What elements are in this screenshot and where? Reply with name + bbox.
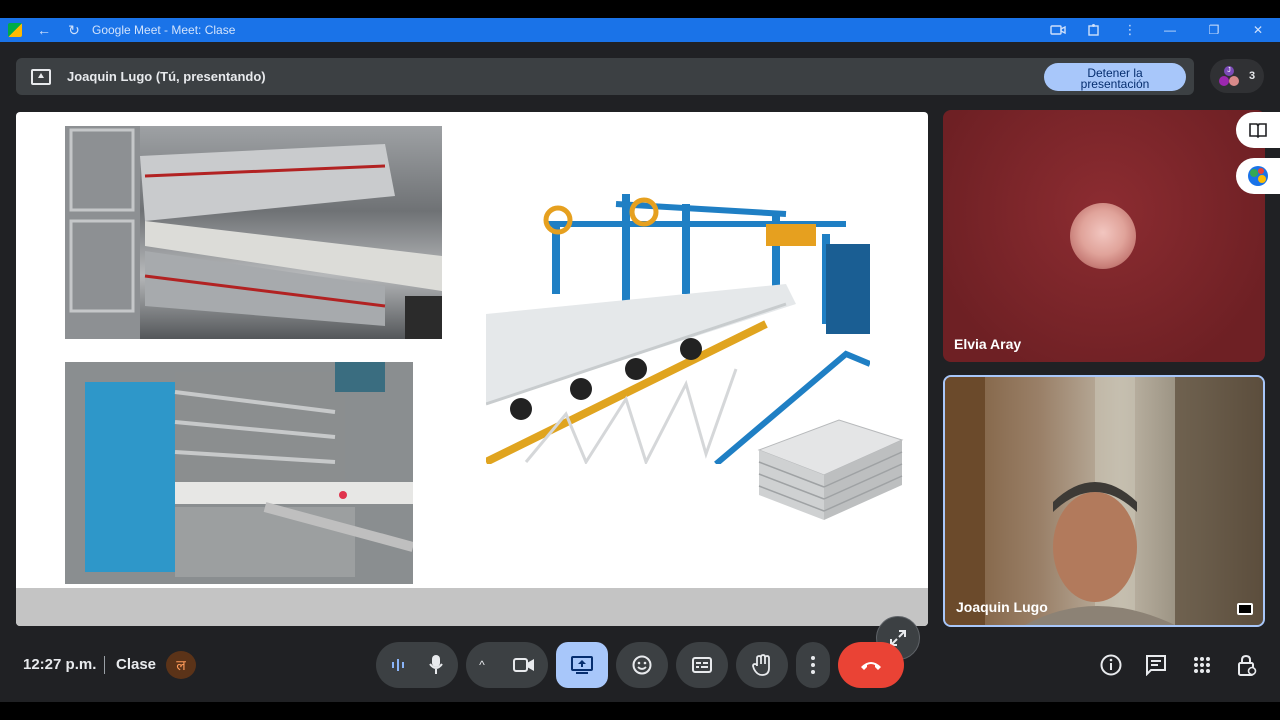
- end-call-button[interactable]: [838, 642, 904, 688]
- back-arrow-icon[interactable]: ←: [36, 22, 52, 38]
- raise-hand-icon: [752, 654, 770, 676]
- reload-icon[interactable]: ↻: [66, 22, 82, 39]
- chevron-up-icon[interactable]: ^: [479, 658, 485, 672]
- extension-icon[interactable]: [1086, 22, 1102, 38]
- present-icon: [31, 68, 51, 85]
- meet-app-icon: [8, 23, 22, 37]
- slide-photo-panel-stack: [754, 400, 904, 525]
- presenter-label: Joaquin Lugo (Tú, presentando): [67, 69, 266, 84]
- participant-tile-joaquin[interactable]: Joaquin Lugo: [943, 375, 1265, 627]
- shared-screen: [16, 112, 928, 626]
- globe-extension-button[interactable]: [1236, 158, 1280, 194]
- meeting-clock: 12:27 p.m.: [23, 656, 97, 673]
- presenting-banner: Joaquin Lugo (Tú, presentando) Detener l…: [16, 58, 1194, 95]
- companion-badge[interactable]: ल: [166, 651, 196, 679]
- browser-titlebar: ← ↻ Google Meet - Meet: Clase ⋮ — ❐ ✕: [0, 18, 1280, 42]
- info-icon: [1100, 654, 1122, 676]
- pip-icon[interactable]: [1237, 603, 1253, 615]
- avatar: [1229, 76, 1239, 86]
- captions-button[interactable]: [676, 642, 728, 688]
- mic-group: [376, 642, 458, 688]
- bottom-letterbox: [0, 702, 1280, 720]
- divider: [104, 656, 105, 674]
- participant-count: 3: [1249, 70, 1256, 82]
- participant-tile-elvia[interactable]: Elvia Aray: [943, 110, 1265, 362]
- participant-name: Joaquin Lugo: [956, 599, 1048, 615]
- browser-menu-icon[interactable]: ⋮: [1122, 22, 1138, 38]
- stop-presenting-button[interactable]: Detener la presentación: [1044, 63, 1186, 91]
- globe-icon: [1248, 166, 1268, 186]
- participant-name: Elvia Aray: [954, 336, 1022, 352]
- present-screen-icon: [571, 656, 593, 674]
- reactions-button[interactable]: [616, 642, 668, 688]
- more-vert-icon: [811, 656, 815, 674]
- slide-photo-blue-machine: [65, 362, 413, 584]
- chat-icon: [1146, 655, 1166, 676]
- book-extension-button[interactable]: [1236, 112, 1280, 148]
- mic-icon[interactable]: [429, 655, 443, 675]
- control-bar: 12:27 p.m. Clase ल ^: [0, 642, 1280, 702]
- emoji-icon: [632, 655, 652, 675]
- host-controls-button[interactable]: [1235, 653, 1259, 677]
- more-options-button[interactable]: [796, 642, 830, 688]
- apps-icon: [1194, 657, 1210, 673]
- avatar: [1219, 76, 1229, 86]
- chat-button[interactable]: [1144, 653, 1168, 677]
- camera-indicator-icon[interactable]: [1050, 22, 1066, 38]
- meet-app: Joaquin Lugo (Tú, presentando) Detener l…: [0, 42, 1280, 702]
- restore-button[interactable]: ❐: [1192, 23, 1236, 37]
- camera-group: ^: [466, 642, 548, 688]
- avatar: J: [1224, 66, 1234, 76]
- end-call-icon: [861, 662, 881, 670]
- stop-label-line2: presentación: [1080, 76, 1150, 91]
- minimize-button[interactable]: —: [1148, 23, 1192, 37]
- slide-bottom-strip: [16, 588, 928, 626]
- meeting-name: Clase: [116, 656, 157, 673]
- avatar: [1070, 203, 1136, 269]
- activities-button[interactable]: [1190, 653, 1214, 677]
- participants-button[interactable]: J 3: [1210, 59, 1264, 93]
- close-window-button[interactable]: ✕: [1236, 23, 1280, 37]
- meeting-details-button[interactable]: [1099, 653, 1123, 677]
- people-avatars: J: [1219, 66, 1239, 86]
- present-button[interactable]: [556, 642, 608, 688]
- camera-icon[interactable]: [512, 657, 535, 673]
- self-video: [945, 377, 1263, 625]
- book-icon: [1249, 123, 1267, 138]
- captions-icon: [692, 657, 712, 673]
- raise-hand-button[interactable]: [736, 642, 788, 688]
- audio-level-icon: [392, 659, 404, 671]
- host-controls-icon: [1238, 654, 1257, 676]
- slide-photo-machine-rollers: [65, 126, 442, 339]
- window-title: Google Meet - Meet: Clase: [92, 23, 236, 37]
